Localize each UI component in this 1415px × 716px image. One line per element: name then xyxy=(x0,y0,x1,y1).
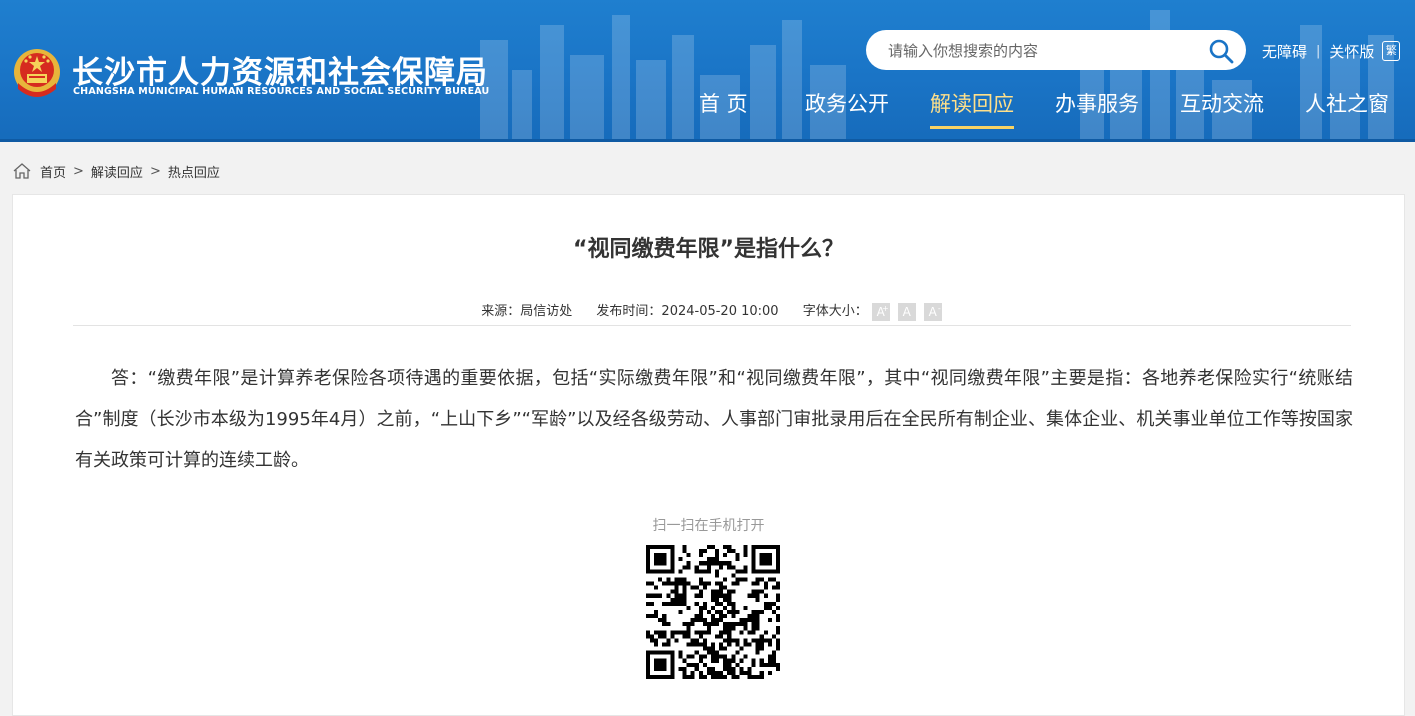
main-nav: 首 页 政务公开 解读回应 办事服务 互动交流 人社之窗 xyxy=(680,88,1415,138)
nav-item-label: 政务公开 xyxy=(805,92,889,116)
font-size-controls: 字体大小： xyxy=(803,304,868,319)
font-size-small-glyph: A xyxy=(928,304,937,319)
nav-item-home[interactable]: 首 页 xyxy=(699,88,748,118)
nav-item-interpretation[interactable]: 解读回应 xyxy=(930,88,1014,129)
search-icon[interactable] xyxy=(1208,38,1234,64)
qr-code-image xyxy=(646,545,780,679)
breadcrumb-hot-topics[interactable]: 热点回应 xyxy=(168,162,220,181)
divider: | xyxy=(1316,43,1321,59)
nav-item-label: 解读回应 xyxy=(930,92,1014,116)
site-subtitle: CHANGSHA MUNICIPAL HUMAN RESOURCES AND S… xyxy=(73,86,490,97)
breadcrumb-home[interactable]: 首页 xyxy=(40,162,66,181)
breadcrumb: 首页 > 解读回应 > 热点回应 xyxy=(12,160,220,182)
article-meta: 来源：局信访处 发布时间：2024-05-20 10:00 字体大小： A + A A - xyxy=(13,300,1404,321)
plus-sign: + xyxy=(882,303,889,313)
breadcrumb-interpretation[interactable]: 解读回应 xyxy=(91,162,143,181)
home-icon[interactable] xyxy=(12,162,32,180)
font-size-medium-glyph: A xyxy=(902,304,911,319)
search-input[interactable] xyxy=(886,38,1200,64)
nav-item-window[interactable]: 人社之窗 xyxy=(1305,88,1389,118)
accessibility-link[interactable]: 无障碍 xyxy=(1262,41,1307,62)
nav-item-interaction[interactable]: 互动交流 xyxy=(1180,88,1264,118)
minus-sign: - xyxy=(937,303,941,313)
nav-item-label: 首 页 xyxy=(699,92,748,116)
traditional-chinese-toggle[interactable]: 繁 xyxy=(1382,41,1401,61)
nav-item-label: 办事服务 xyxy=(1055,92,1139,116)
font-size-label: 字体大小： xyxy=(802,304,868,319)
font-size-medium-button[interactable]: A xyxy=(897,302,916,321)
nav-item-services[interactable]: 办事服务 xyxy=(1055,88,1139,118)
care-version-link[interactable]: 关怀版 xyxy=(1329,41,1374,62)
font-size-small-button[interactable]: A- xyxy=(923,302,942,321)
site-header: 长沙市人力资源和社会保障局 CHANGSHA MUNICIPAL HUMAN R… xyxy=(0,0,1415,142)
font-size-large-button[interactable]: A + xyxy=(871,302,890,321)
breadcrumb-separator: > xyxy=(73,163,84,179)
meta-divider xyxy=(73,325,1351,326)
search-box xyxy=(866,30,1246,70)
article-source: 来源：局信访处 xyxy=(481,304,573,319)
nav-item-government-affairs[interactable]: 政务公开 xyxy=(805,88,889,118)
qr-code-label: 扫一扫在手机打开 xyxy=(652,518,765,534)
article-title: “视同缴费年限”是指什么？ xyxy=(573,237,844,262)
nav-item-label: 互动交流 xyxy=(1180,92,1264,116)
utility-links: 无障碍 | 关怀版 繁 xyxy=(1262,40,1401,62)
breadcrumb-separator: > xyxy=(149,163,161,179)
national-emblem-logo xyxy=(14,49,60,97)
article-panel: “视同缴费年限”是指什么？ 来源：局信访处 发布时间：2024-05-20 10… xyxy=(12,194,1405,716)
header-bottom-border xyxy=(0,139,1415,142)
article-body: 答：“缴费年限”是计算养老保险各项待遇的重要依据，包括“实际缴费年限”和“视同缴… xyxy=(75,368,1353,471)
nav-item-label: 人社之窗 xyxy=(1305,92,1389,116)
article-publish-time: 发布时间：2024-05-20 10:00 xyxy=(596,304,779,319)
active-nav-underline xyxy=(930,126,1014,129)
